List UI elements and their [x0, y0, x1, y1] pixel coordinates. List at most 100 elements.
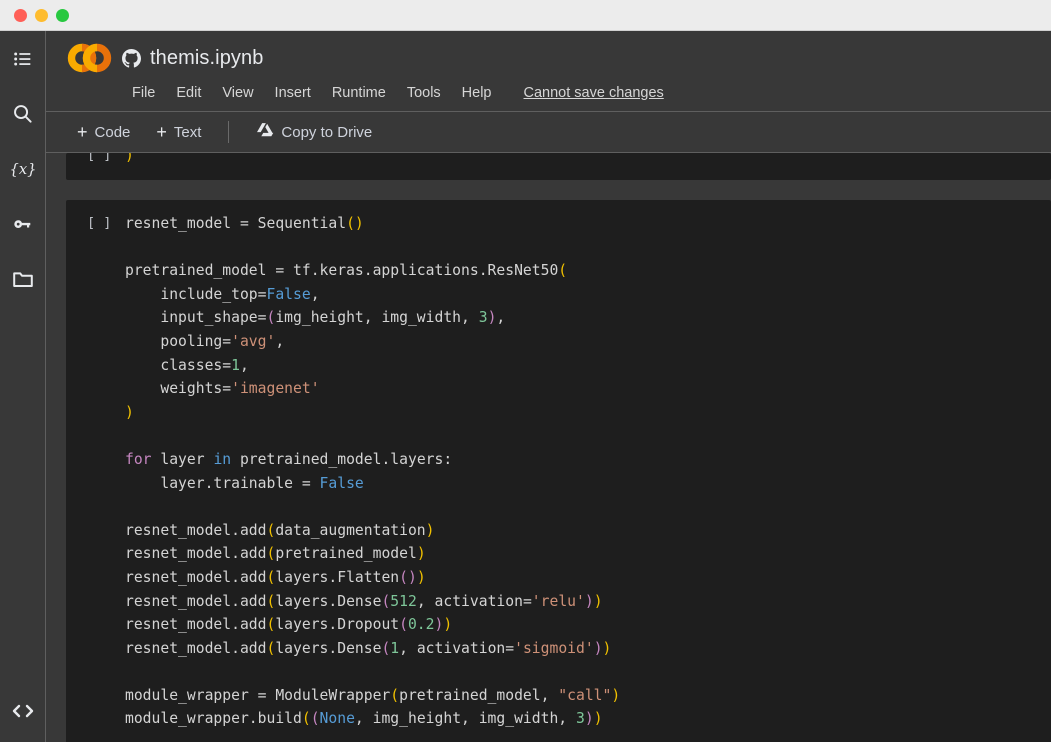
menu-item-runtime[interactable]: Runtime [332, 85, 386, 101]
code-line: [ ]) [66, 153, 1051, 168]
sidebar-item-secrets[interactable] [0, 196, 46, 251]
copy-to-drive-button[interactable]: Copy to Drive [245, 117, 383, 147]
code-token: 'imagenet' [231, 380, 319, 397]
code-token: 3 [479, 309, 488, 326]
notebook-title[interactable]: themis.ipynb [150, 47, 263, 70]
code-line: resnet_model.add(layers.Dense(1, activat… [66, 637, 1051, 661]
menu-item-file[interactable]: File [132, 85, 155, 101]
menu-item-help[interactable]: Help [462, 85, 492, 101]
code-token: data_augmentation [275, 522, 425, 539]
code-line [66, 495, 1051, 519]
code-token: img_height, img_width, [275, 309, 478, 326]
code-token: ) [426, 522, 435, 539]
sidebar-item-files[interactable] [0, 251, 46, 306]
code-token: , activation= [417, 593, 532, 610]
copy-to-drive-label: Copy to Drive [281, 124, 372, 141]
code-token: 1 [390, 640, 399, 657]
menu-bar: File Edit View Insert Runtime Tools Help… [46, 75, 1051, 111]
code-line: resnet_model.add(data_augmentation) [66, 519, 1051, 543]
menu-item-insert[interactable]: Insert [275, 85, 311, 101]
code-line: include_top=False, [66, 283, 1051, 307]
maximize-window-button[interactable] [56, 9, 69, 22]
run-cell-button[interactable]: [ ] [66, 212, 125, 236]
code-token: resnet_model.add [125, 616, 266, 633]
code-token: classes= [125, 357, 231, 374]
code-line: classes=1, [66, 354, 1051, 378]
code-line: pooling='avg', [66, 330, 1051, 354]
sidebar-item-variables[interactable]: {x} [0, 141, 46, 196]
code-token: () [346, 215, 364, 232]
code-token: ) [125, 153, 134, 164]
code-token: pretrained_model = tf.keras.applications… [125, 262, 558, 279]
minimize-window-button[interactable] [35, 9, 48, 22]
code-token: resnet_model.add [125, 640, 266, 657]
code-token: ) [417, 569, 426, 586]
braces-x-icon: {x} [10, 157, 36, 181]
menu-item-tools[interactable]: Tools [407, 85, 441, 101]
colab-logo[interactable] [64, 41, 116, 75]
code-token: resnet_model.add [125, 593, 266, 610]
code-token: resnet_model.add [125, 545, 266, 562]
menu-item-edit[interactable]: Edit [176, 85, 201, 101]
code-line [66, 660, 1051, 684]
code-text [125, 424, 134, 448]
list-icon [12, 48, 34, 70]
code-token: layer.trainable = [125, 475, 320, 492]
code-line: [ ]resnet_model = Sequential() [66, 212, 1051, 236]
code-token: False [266, 286, 310, 303]
code-token: resnet_model.add [125, 569, 266, 586]
code-token: ( [266, 545, 275, 562]
main-column: themis.ipynb File Edit View Insert Runti… [46, 31, 1051, 742]
code-token: include_top= [125, 286, 266, 303]
code-token: ( [266, 309, 275, 326]
code-line [66, 236, 1051, 260]
code-text: module_wrapper.build((None, img_height, … [125, 707, 603, 731]
code-line: pretrained_model = tf.keras.applications… [66, 259, 1051, 283]
key-icon [11, 212, 35, 236]
add-code-cell-label: Code [95, 124, 131, 141]
cell-gap [66, 180, 1051, 200]
code-text: input_shape=(img_height, img_width, 3), [125, 306, 505, 330]
code-token: layers.Flatten [275, 569, 399, 586]
code-token: ( [381, 593, 390, 610]
code-token: ) [585, 710, 594, 727]
save-status[interactable]: Cannot save changes [524, 85, 664, 101]
sidebar-item-table-of-contents[interactable] [0, 31, 46, 86]
code-token: ) [443, 616, 452, 633]
code-token: ) [417, 545, 426, 562]
code-token: ( [266, 616, 275, 633]
code-text: ) [125, 153, 134, 168]
add-text-cell-button[interactable]: + Text [145, 118, 212, 146]
code-token: , img_height, img_width, [355, 710, 576, 727]
github-icon[interactable] [122, 49, 141, 68]
add-text-cell-label: Text [174, 124, 202, 141]
add-code-cell-button[interactable]: + Code [66, 118, 141, 146]
code-line: weights='imagenet' [66, 377, 1051, 401]
code-token: resnet_model = Sequential [125, 215, 346, 232]
search-icon [11, 102, 34, 125]
code-line: module_wrapper = ModuleWrapper(pretraine… [66, 684, 1051, 708]
code-token: ( [311, 710, 320, 727]
code-token: layer [152, 451, 214, 468]
code-text: pooling='avg', [125, 330, 284, 354]
code-token: pooling= [125, 333, 231, 350]
cell-resnet-model[interactable]: [ ]resnet_model = Sequential() pretraine… [66, 200, 1051, 742]
sidebar-item-search[interactable] [0, 86, 46, 141]
code-token: 'avg' [231, 333, 275, 350]
run-cell-button[interactable]: [ ] [66, 153, 125, 168]
code-text: resnet_model.add(layers.Flatten()) [125, 566, 426, 590]
notebook-scroll-area[interactable]: [ ])[ ]resnet_model = Sequential() pretr… [46, 153, 1051, 742]
code-token: layers.Dropout [275, 616, 399, 633]
code-token: 3 [576, 710, 585, 727]
code-token: False [320, 475, 364, 492]
code-token: ) [594, 640, 603, 657]
sidebar-item-code-snippets[interactable] [0, 683, 46, 738]
code-token: module_wrapper.build [125, 710, 302, 727]
close-window-button[interactable] [14, 9, 27, 22]
cell-clipped-above[interactable]: [ ]) [66, 153, 1051, 180]
google-drive-icon [256, 122, 274, 142]
plus-icon: + [77, 123, 88, 141]
menu-item-view[interactable]: View [222, 85, 253, 101]
code-text: resnet_model = Sequential() [125, 212, 364, 236]
left-sidebar: {x} [0, 31, 46, 742]
